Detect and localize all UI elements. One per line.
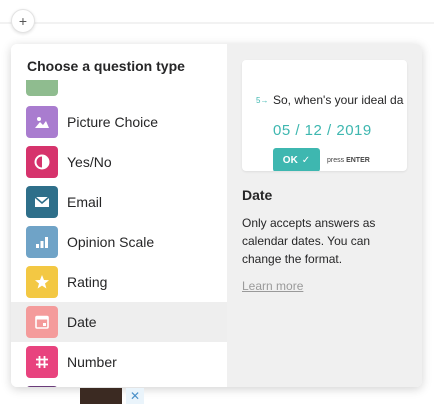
ok-label: OK (282, 154, 298, 166)
question-type-list[interactable]: Picture Choice Yes/No Email Opinion Scal… (11, 80, 227, 387)
partial-icon (26, 386, 58, 387)
question-type-item[interactable] (11, 382, 227, 387)
question-type-email[interactable]: Email (11, 182, 227, 222)
yes-no-icon (26, 146, 58, 178)
enter-hint: press ENTER (327, 157, 370, 164)
detail-title: Date (242, 187, 273, 203)
item-label: Opinion Scale (67, 234, 155, 250)
star-icon (26, 266, 58, 298)
question-type-picture-choice[interactable]: Picture Choice (11, 102, 227, 142)
detail-description: Only accepts answers as calendar dates. … (242, 216, 376, 266)
picker-title: Choose a question type (27, 58, 185, 74)
question-type-yes-no[interactable]: Yes/No (11, 142, 227, 182)
question-type-picker: Choose a question type Picture Choice Ye… (11, 44, 422, 387)
item-label: Rating (67, 274, 108, 290)
add-question-button[interactable]: + (11, 9, 35, 33)
question-type-detail-panel: 5→ So, when's your ideal da 05 / 12 / 20… (227, 44, 422, 387)
plus-icon: + (18, 13, 28, 29)
item-label: Email (67, 194, 103, 210)
item-label: Number (67, 354, 117, 370)
calendar-icon (26, 306, 58, 338)
date-value: 05 / 12 / 2019 (273, 122, 372, 139)
image-icon (26, 106, 58, 138)
item-label: Yes/No (67, 154, 112, 170)
question-type-item[interactable] (11, 80, 227, 100)
bar-chart-icon (26, 226, 58, 258)
question-text: So, when's your ideal da (273, 93, 404, 107)
learn-more-link[interactable]: Learn more (242, 279, 303, 293)
question-type-opinion-scale[interactable]: Opinion Scale (11, 222, 227, 262)
question-type-number[interactable]: Number (11, 342, 227, 382)
partial-icon (26, 80, 58, 96)
question-type-date[interactable]: Date (11, 302, 227, 342)
item-label: Date (67, 314, 97, 330)
item-label: Picture Choice (67, 114, 159, 130)
question-number: 5→ (256, 96, 269, 105)
question-type-rating[interactable]: Rating (11, 262, 227, 302)
envelope-icon (26, 186, 58, 218)
check-icon: ✓ (301, 154, 311, 166)
toolbar-divider (0, 22, 434, 24)
question-type-list-panel: Choose a question type Picture Choice Ye… (11, 44, 227, 387)
video-thumbnail[interactable] (80, 388, 122, 404)
close-icon[interactable]: ✕ (126, 388, 144, 404)
ok-button: OK ✓ (273, 148, 320, 171)
hash-icon (26, 346, 58, 378)
question-preview: 5→ So, when's your ideal da 05 / 12 / 20… (242, 60, 407, 171)
